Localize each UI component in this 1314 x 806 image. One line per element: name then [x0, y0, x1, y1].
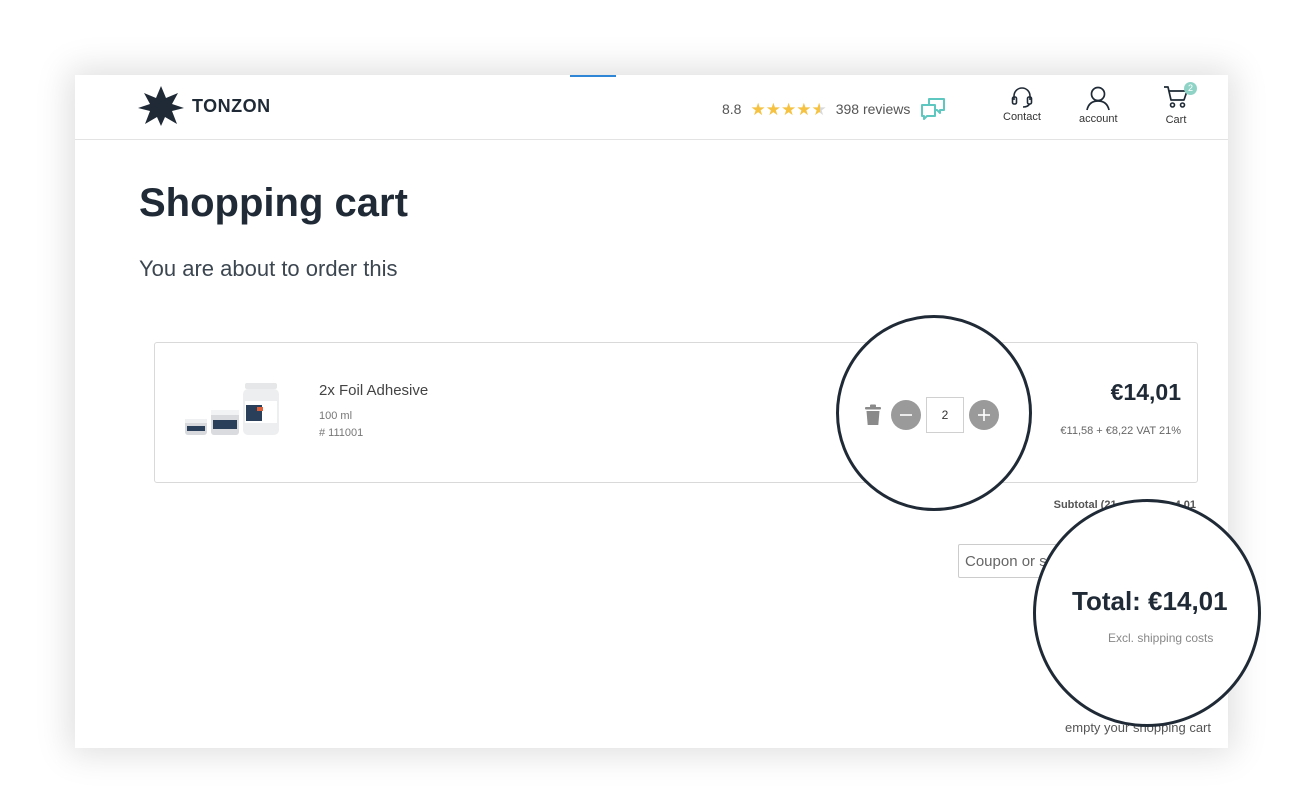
- site-header: TONZON 8.8 ★ ★ ★ ★ ★ 398 reviews Contact…: [75, 75, 1228, 140]
- order-total: Total: €14,01: [1072, 586, 1228, 616]
- brand-logo[interactable]: TONZON: [138, 86, 271, 126]
- cart-count-badge: 2: [1184, 82, 1197, 95]
- rating-stars: ★ ★ ★ ★ ★: [750, 101, 826, 118]
- quantity-magnifier: [836, 315, 1032, 511]
- half-star-icon: ★: [811, 99, 827, 119]
- product-sku: # 111001: [319, 427, 364, 439]
- minus-icon: [900, 414, 912, 416]
- item-vat-breakdown: €11,58 + €8,22 VAT 21%: [1060, 425, 1181, 437]
- cart-link[interactable]: 2 Cart: [1163, 82, 1197, 126]
- trash-icon: [865, 404, 881, 425]
- page-title: Shopping cart: [139, 181, 408, 225]
- cart-label: Cart: [1165, 114, 1187, 126]
- brand-name: TONZON: [192, 95, 271, 116]
- total-magnifier: Total: €14,01 Excl. shipping costs: [1033, 499, 1261, 727]
- increase-quantity-button[interactable]: [969, 400, 999, 430]
- decrease-quantity-button[interactable]: [891, 400, 921, 430]
- quantity-input[interactable]: [926, 397, 964, 433]
- rating-score: 8.8: [722, 101, 742, 117]
- cart-icon-wrap: 2: [1163, 82, 1197, 112]
- rating-widget[interactable]: 8.8 ★ ★ ★ ★ ★ 398 reviews: [722, 97, 946, 121]
- headset-icon: [1011, 87, 1033, 108]
- quantity-controls: [863, 397, 999, 433]
- star-icon: ★: [780, 99, 797, 119]
- star-icon: ★: [750, 99, 766, 119]
- page-subtitle: You are about to order this: [139, 256, 398, 281]
- product-size: 100 ml: [319, 410, 353, 422]
- account-link[interactable]: account: [1079, 85, 1118, 125]
- plus-icon: [978, 409, 990, 421]
- contact-link[interactable]: Contact: [1003, 85, 1041, 123]
- contact-label: Contact: [1003, 111, 1041, 123]
- user-icon: [1086, 86, 1111, 111]
- cart-item-card: 2x Foil Adhesive 100 ml # 111001 €14,01 …: [154, 342, 1198, 483]
- reviews-speech-icon: [921, 98, 946, 120]
- product-image: [185, 383, 279, 435]
- item-price: €14,01: [1110, 379, 1181, 405]
- reviews-count: 398 reviews: [835, 101, 911, 117]
- account-label: account: [1079, 113, 1118, 125]
- star-icon: ★: [796, 99, 812, 119]
- star-icon: ★: [765, 99, 781, 119]
- remove-item-button[interactable]: [863, 404, 883, 426]
- tonzon-star-icon: [138, 86, 184, 126]
- product-name[interactable]: 2x Foil Adhesive: [319, 382, 428, 399]
- shipping-note: Excl. shipping costs: [1108, 631, 1214, 645]
